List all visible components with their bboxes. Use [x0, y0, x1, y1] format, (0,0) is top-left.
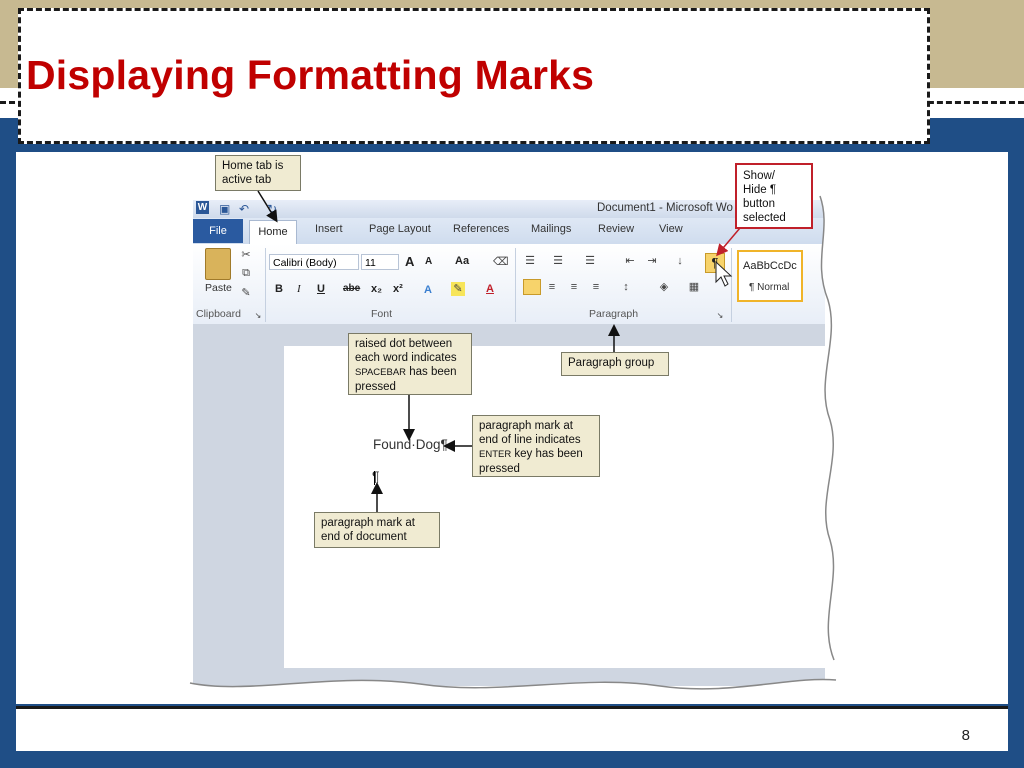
callout-arrows [257, 190, 741, 512]
arrow-show-hide [716, 227, 741, 257]
mouse-pointer-icon [715, 260, 733, 287]
arrow-home-tab [257, 190, 278, 223]
